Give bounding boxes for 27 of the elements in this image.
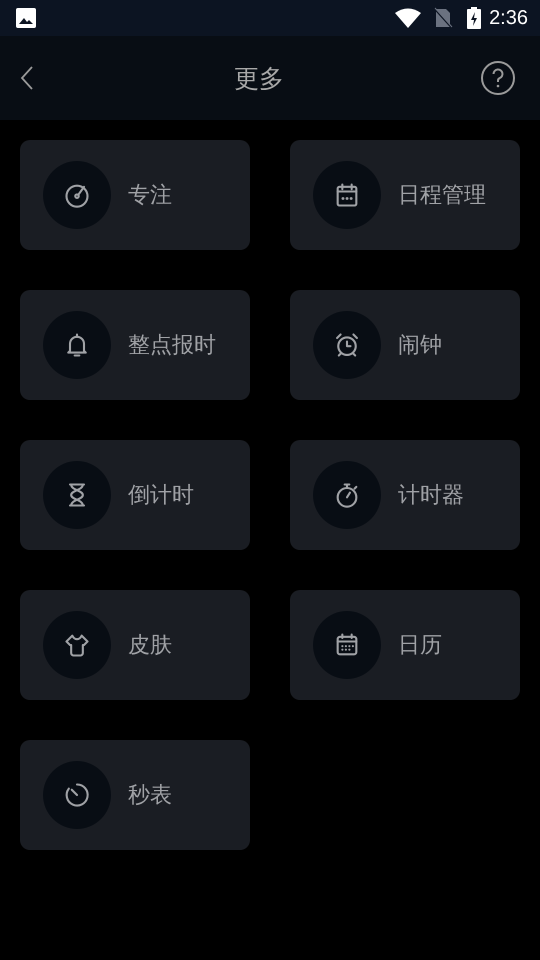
- feature-label: 整点报时: [128, 331, 216, 359]
- feature-card[interactable]: 倒计时: [20, 440, 250, 550]
- feature-card[interactable]: 秒表: [20, 740, 250, 850]
- feature-label: 日程管理: [398, 181, 486, 209]
- image-icon: [16, 8, 36, 28]
- help-button[interactable]: [480, 60, 516, 96]
- feature-label: 倒计时: [128, 481, 194, 509]
- feature-card[interactable]: 日程管理: [290, 140, 520, 250]
- feature-card[interactable]: 专注: [20, 140, 250, 250]
- no-sim-icon: [433, 7, 454, 29]
- status-time: 2:36: [489, 6, 528, 30]
- feature-label: 计时器: [398, 481, 464, 509]
- battery-charging-icon: [467, 7, 482, 29]
- timer-icon: [63, 781, 91, 809]
- feature-label: 日历: [398, 631, 442, 659]
- feature-card[interactable]: 皮肤: [20, 590, 250, 700]
- feature-card[interactable]: 计时器: [290, 440, 520, 550]
- feature-label: 闹钟: [398, 331, 442, 359]
- feature-card[interactable]: 日历: [290, 590, 520, 700]
- alarm-clock-icon: [333, 331, 361, 359]
- feature-label: 皮肤: [128, 631, 172, 659]
- wifi-icon: [395, 8, 422, 28]
- feature-label: 专注: [128, 181, 172, 209]
- feature-card[interactable]: 整点报时: [20, 290, 250, 400]
- feature-label: 秒表: [128, 781, 172, 809]
- feature-card[interactable]: 闹钟: [290, 290, 520, 400]
- page-title: 更多: [234, 62, 284, 94]
